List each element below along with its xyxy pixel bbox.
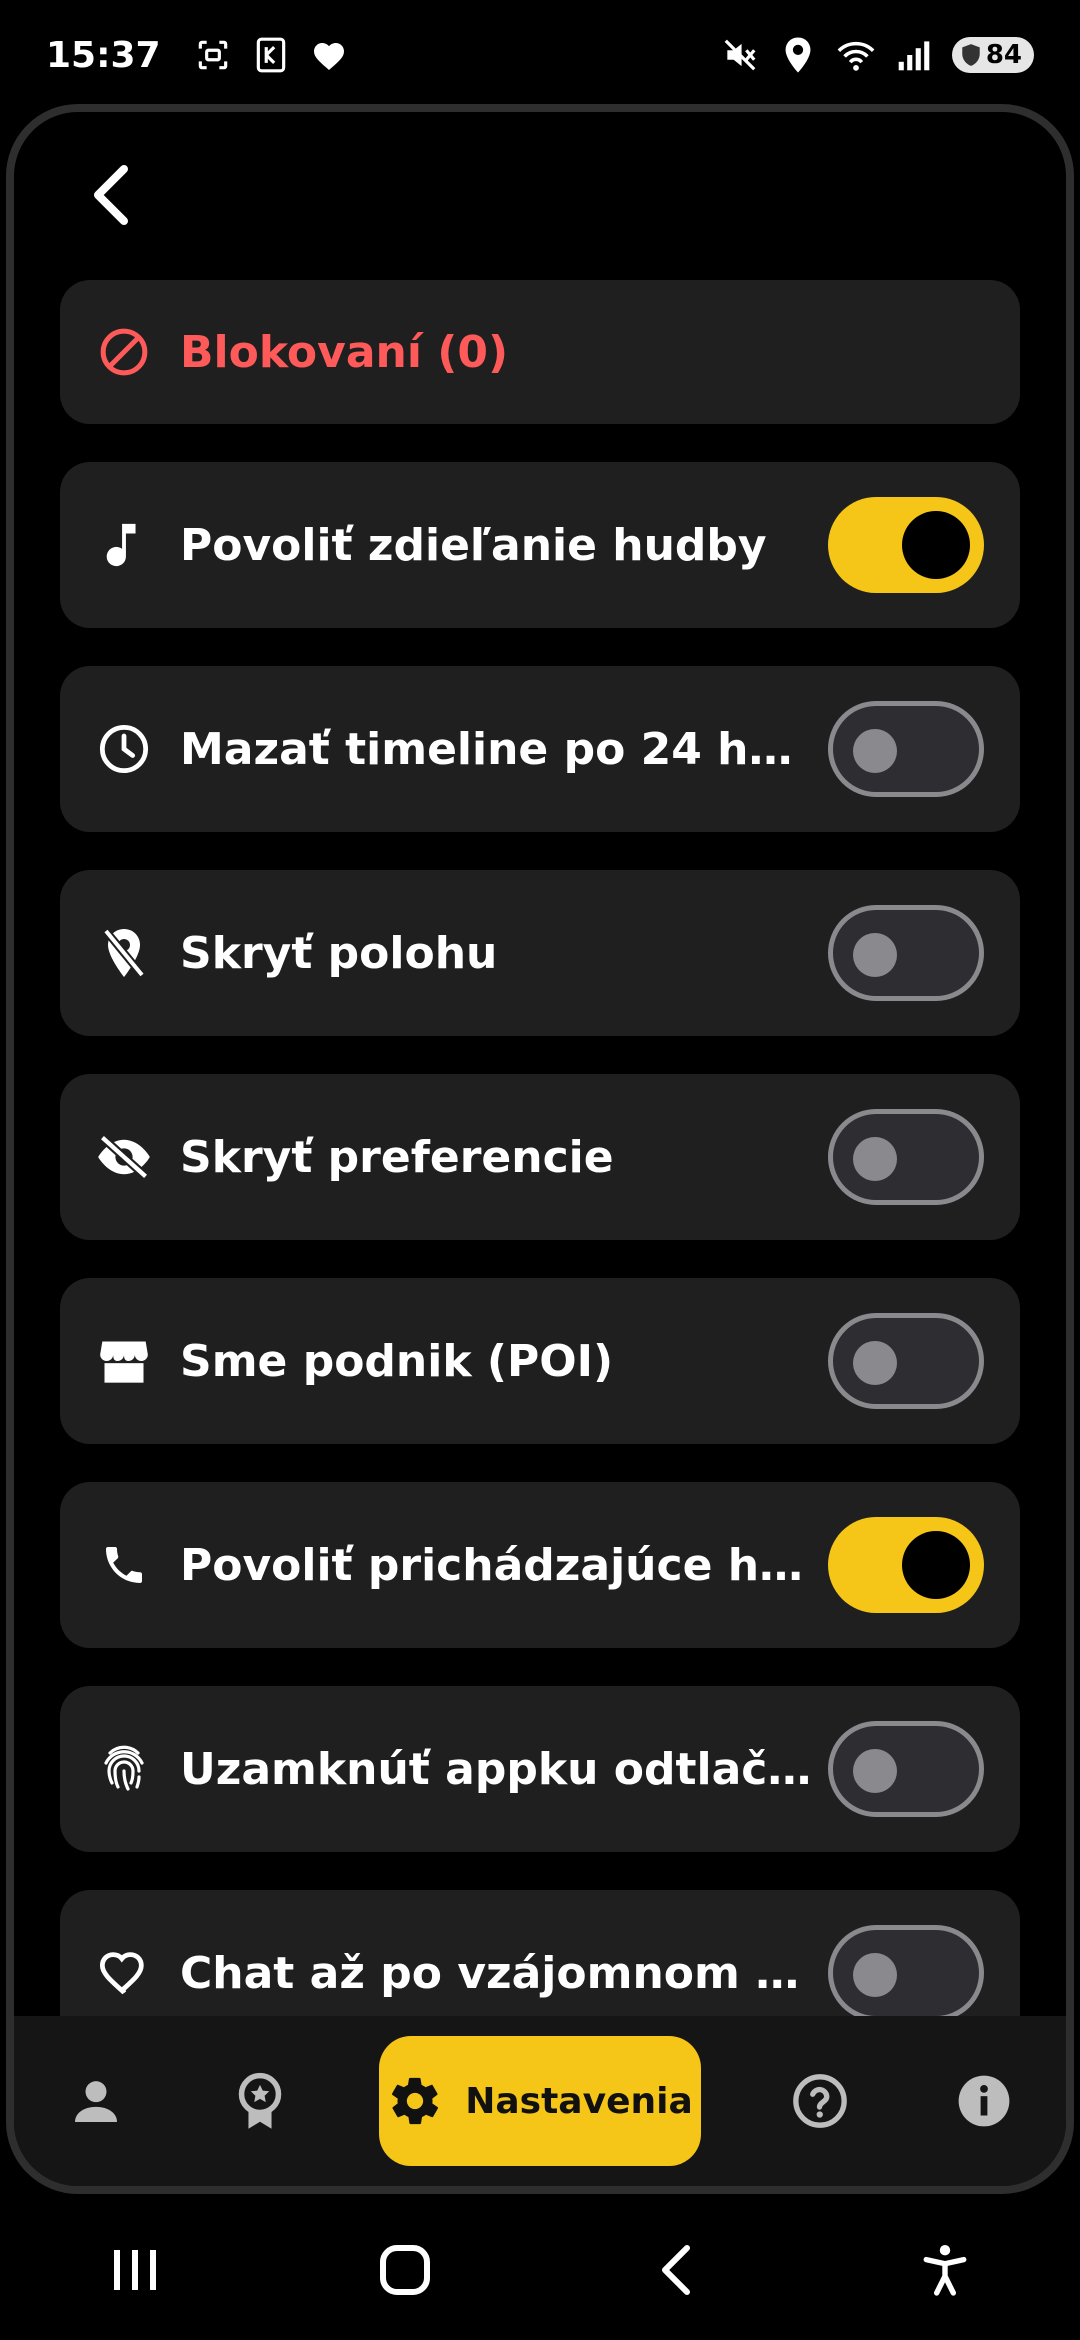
accessibility-icon — [923, 2245, 967, 2296]
setting-row-incoming-calls[interactable]: Povoliť prichádzajúce hov... — [60, 1482, 1020, 1648]
toggle-knob — [853, 1341, 897, 1385]
blocked-users-label: Blokovaní (0) — [180, 326, 509, 378]
home-button[interactable] — [360, 2225, 450, 2315]
help-icon — [793, 2074, 847, 2128]
award-icon — [238, 2072, 282, 2129]
chevron-left-icon — [94, 165, 128, 225]
setting-row-fingerprint-lock[interactable]: Uzamknúť appku odtlačkom — [60, 1686, 1020, 1852]
gear-icon — [392, 2077, 439, 2125]
status-right: 84 — [720, 35, 1034, 75]
setting-row-hide-location[interactable]: Skryť polohu — [60, 870, 1020, 1036]
status-bar: 15:37 84 — [0, 0, 1080, 110]
app-notification-icon — [251, 35, 291, 75]
fingerprint-icon — [96, 1741, 152, 1797]
recent-apps-icon — [114, 2250, 156, 2290]
recent-apps-button[interactable] — [90, 2225, 180, 2315]
setting-label: Mazať timeline po 24 hodi... — [180, 723, 820, 775]
nav-settings[interactable]: Nastavenia — [379, 2036, 701, 2166]
status-left: 15:37 — [46, 35, 349, 76]
blocked-users-item[interactable]: Blokovaní (0) — [60, 280, 1020, 424]
setting-row-delete-timeline[interactable]: Mazať timeline po 24 hodi... — [60, 666, 1020, 832]
setting-label: Povoliť zdieľanie hudby — [180, 519, 767, 571]
toggle-knob — [853, 1953, 897, 1997]
fingerprint-lock-toggle[interactable] — [828, 1721, 984, 1817]
toggle-knob — [853, 1749, 897, 1793]
home-icon — [380, 2245, 430, 2295]
incoming-calls-toggle[interactable] — [828, 1517, 984, 1613]
back-arrow-icon — [662, 2245, 690, 2295]
location-icon — [778, 35, 818, 75]
toggle-knob — [902, 511, 970, 579]
setting-row-business-poi[interactable]: Sme podnik (POI) — [60, 1278, 1020, 1444]
clock-icon — [96, 721, 152, 777]
toggle-knob — [902, 1531, 970, 1599]
system-back-button[interactable] — [630, 2225, 720, 2315]
battery-indicator: 84 — [951, 37, 1034, 73]
music-sharing-toggle[interactable] — [828, 497, 984, 593]
hide-location-toggle[interactable] — [828, 905, 984, 1001]
nav-profile[interactable] — [51, 2056, 141, 2146]
setting-label: Skryť polohu — [180, 927, 498, 979]
toggle-knob — [853, 933, 897, 977]
eye-off-icon — [96, 1129, 152, 1185]
battery-level: 84 — [985, 40, 1022, 70]
screenshot-icon — [193, 35, 233, 75]
store-icon — [96, 1333, 152, 1389]
setting-label: Povoliť prichádzajúce hov... — [180, 1539, 820, 1591]
signal-icon — [894, 35, 934, 75]
heart-icon — [96, 1945, 152, 2001]
heart-status-icon — [309, 35, 349, 75]
info-icon — [958, 2075, 1010, 2127]
block-icon — [96, 324, 152, 380]
music-note-icon — [96, 517, 152, 573]
setting-row-hide-preferences[interactable]: Skryť preferencie — [60, 1074, 1020, 1240]
hide-preferences-toggle[interactable] — [828, 1109, 984, 1205]
person-icon — [75, 2081, 117, 2122]
setting-label: Skryť preferencie — [180, 1131, 614, 1183]
nav-rewards[interactable] — [215, 2056, 305, 2146]
setting-row-music-sharing[interactable]: Povoliť zdieľanie hudby — [60, 462, 1020, 628]
delete-timeline-toggle[interactable] — [828, 701, 984, 797]
setting-label: Sme podnik (POI) — [180, 1335, 614, 1387]
wifi-icon — [836, 35, 876, 75]
shield-icon — [962, 44, 980, 66]
setting-label: Uzamknúť appku odtlačkom — [180, 1743, 820, 1795]
toggle-knob — [853, 1137, 897, 1181]
nav-info[interactable] — [939, 2056, 1029, 2146]
phone-icon — [96, 1537, 152, 1593]
nav-help[interactable] — [775, 2056, 865, 2146]
setting-label: Chat až po vzájomnom sr... — [180, 1947, 820, 1999]
back-button[interactable] — [70, 155, 150, 235]
business-poi-toggle[interactable] — [828, 1313, 984, 1409]
accessibility-button[interactable] — [900, 2225, 990, 2315]
mute-icon — [720, 35, 760, 75]
system-navigation-bar — [0, 2200, 1080, 2340]
location-off-icon — [96, 925, 152, 981]
status-time: 15:37 — [46, 34, 161, 76]
toggle-knob — [853, 729, 897, 773]
mutual-match-chat-toggle[interactable] — [828, 1925, 984, 2021]
bottom-navigation: Nastavenia — [14, 2016, 1066, 2186]
nav-settings-label: Nastavenia — [465, 2080, 693, 2122]
